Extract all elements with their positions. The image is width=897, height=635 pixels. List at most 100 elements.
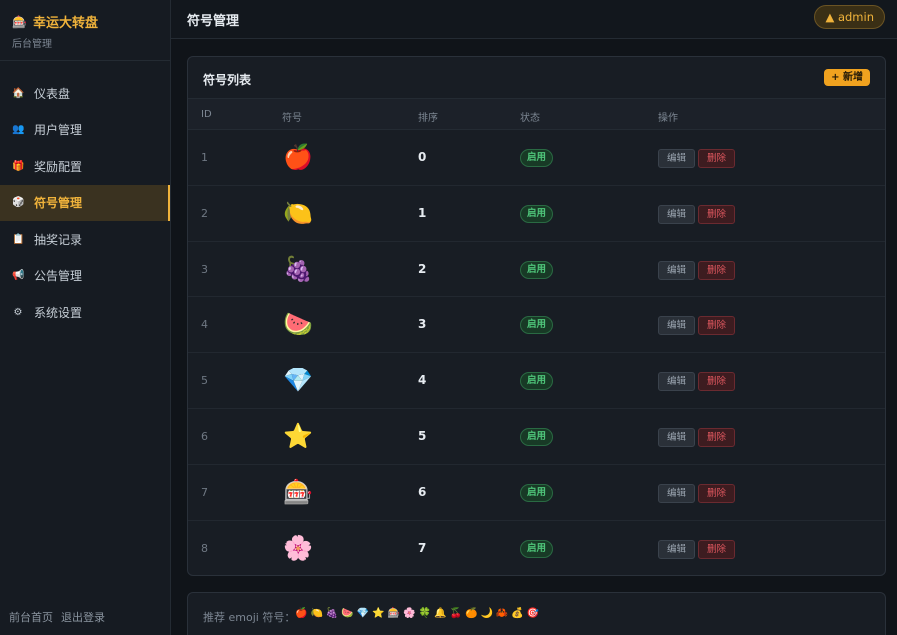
recommended-emoji[interactable]: 🍊 xyxy=(465,608,477,619)
table-row: 5 💎 4 启用 编辑 删除 xyxy=(188,353,885,409)
frontend-home-link[interactable]: 前台首页 xyxy=(9,609,53,625)
table-row: 6 ⭐ 5 启用 编辑 删除 xyxy=(188,409,885,465)
status-badge: 启用 xyxy=(520,483,554,502)
delete-button[interactable]: 删除 xyxy=(698,483,736,503)
edit-button[interactable]: 编辑 xyxy=(658,316,696,336)
column-header-id: ID xyxy=(201,109,212,120)
sidebar-item-label: 抽奖记录 xyxy=(34,232,83,247)
recommended-emoji[interactable]: 🍀 xyxy=(419,608,431,619)
slot-machine-icon: 🎰 xyxy=(12,14,27,29)
recommended-emoji-list: 🍎 🍋 🍇 🍉 💎 ⭐ 🎰 🌸 🍀 🔔 🍒 🍊 🌙 🦀 💰 🎯 xyxy=(295,608,539,619)
rewards-icon: 🎁 xyxy=(12,160,25,172)
recommended-emoji-box: 推荐 emoji 符号： 🍎 🍋 🍇 🍉 💎 ⭐ 🎰 🌸 🍀 🔔 🍒 🍊 🌙 🦀 💰 🎯 xyxy=(187,592,886,635)
row-id: 4 xyxy=(201,318,208,332)
brand-title[interactable]: 🎰 幸运大转盘 xyxy=(12,12,158,32)
column-header-actions: 操作 xyxy=(658,113,678,124)
table-row: 8 🌸 7 启用 编辑 删除 xyxy=(188,521,885,575)
sidebar-item-symbols[interactable]: 🎲 符号管理 xyxy=(0,184,170,221)
row-id: 2 xyxy=(201,206,208,220)
sidebar-item-label: 用户管理 xyxy=(34,123,83,138)
symbols-icon: 🎲 xyxy=(12,197,25,209)
topbar: 符号管理 ▲ admin xyxy=(171,0,897,39)
delete-button[interactable]: 删除 xyxy=(698,539,736,559)
sidebar-item-users[interactable]: 👥 用户管理 xyxy=(0,112,170,149)
row-order: 5 xyxy=(418,428,427,443)
edit-button[interactable]: 编辑 xyxy=(658,204,696,224)
brand-subtitle: 后台管理 xyxy=(12,39,52,50)
delete-button[interactable]: 删除 xyxy=(698,204,736,224)
sidebar-item-label: 奖励配置 xyxy=(34,159,83,174)
table-row: 3 🍇 2 启用 编辑 删除 xyxy=(188,242,885,298)
sidebar-item-rewards[interactable]: 🎁 奖励配置 xyxy=(0,148,170,185)
table-row: 1 🍎 0 启用 编辑 删除 xyxy=(188,130,885,186)
recommended-emoji[interactable]: ⭐ xyxy=(372,608,384,619)
announcements-icon: 📢 xyxy=(12,270,25,282)
delete-button[interactable]: 删除 xyxy=(698,427,736,447)
edit-button[interactable]: 编辑 xyxy=(658,427,696,447)
card-title: 符号列表 xyxy=(203,73,252,87)
row-actions: 编辑 删除 xyxy=(658,372,736,392)
sidebar-item-dashboard[interactable]: 🏠 仪表盘 xyxy=(0,75,170,112)
edit-button[interactable]: 编辑 xyxy=(658,372,696,392)
dashboard-icon: 🏠 xyxy=(12,87,25,99)
recommended-emoji[interactable]: 🍇 xyxy=(326,608,338,619)
records-icon: 📋 xyxy=(12,233,25,245)
row-actions: 编辑 删除 xyxy=(658,204,736,224)
table-header: ID 符号 排序 状态 操作 xyxy=(188,99,885,130)
recommended-emoji[interactable]: 🍉 xyxy=(341,608,353,619)
recommended-emoji[interactable]: 🍒 xyxy=(450,608,462,619)
row-symbol: 🍇 xyxy=(283,254,313,283)
recommended-emoji[interactable]: 🎰 xyxy=(388,608,400,619)
sidebar-item-settings[interactable]: ⚙ 系统设置 xyxy=(0,294,170,331)
brand: 🎰 幸运大转盘 后台管理 xyxy=(0,0,170,61)
settings-icon: ⚙ xyxy=(13,306,23,318)
edit-button[interactable]: 编辑 xyxy=(658,149,696,168)
row-symbol: ⭐ xyxy=(283,421,313,450)
row-id: 6 xyxy=(201,429,208,443)
recommended-label: 推荐 emoji 符号： xyxy=(203,611,296,624)
recommended-emoji[interactable]: 🔔 xyxy=(434,608,446,619)
delete-button[interactable]: 删除 xyxy=(698,260,736,280)
row-actions: 编辑 删除 xyxy=(658,539,736,559)
sidebar: 🎰 幸运大转盘 后台管理 🏠 仪表盘 👥 用户管理 🎁 奖励配置 🎲 符号管理 📋 抽奖记录 📢 公告… xyxy=(0,0,171,635)
row-order: 0 xyxy=(418,150,427,164)
recommended-emoji[interactable]: 🍎 xyxy=(295,608,307,619)
recommended-emoji[interactable]: 🎯 xyxy=(527,608,539,619)
recommended-emoji[interactable]: 🌸 xyxy=(403,608,415,619)
user-menu-badge[interactable]: ▲ admin xyxy=(814,5,885,29)
status-badge: 启用 xyxy=(520,539,554,558)
row-order: 2 xyxy=(418,261,427,276)
row-symbol: 🍉 xyxy=(283,310,313,339)
delete-button[interactable]: 删除 xyxy=(698,372,736,392)
recommended-emoji[interactable]: 💎 xyxy=(357,608,369,619)
edit-button[interactable]: 编辑 xyxy=(658,483,696,503)
logout-link[interactable]: 退出登录 xyxy=(61,609,105,625)
recommended-emoji[interactable]: 🍋 xyxy=(310,608,322,619)
users-icon: 👥 xyxy=(12,124,25,136)
recommended-emoji[interactable]: 🌙 xyxy=(480,608,492,619)
recommended-emoji[interactable]: 💰 xyxy=(511,608,523,619)
status-badge: 启用 xyxy=(520,427,554,446)
recommended-emoji[interactable]: 🦀 xyxy=(496,608,508,619)
page-title: 符号管理 xyxy=(187,14,240,29)
status-badge: 启用 xyxy=(520,372,554,391)
sidebar-item-announcements[interactable]: 📢 公告管理 xyxy=(0,258,170,295)
row-id: 3 xyxy=(201,262,208,276)
brand-name: 幸运大转盘 xyxy=(32,16,98,31)
row-id: 8 xyxy=(201,541,208,555)
table-row: 7 🎰 6 启用 编辑 删除 xyxy=(188,465,885,521)
table-row: 2 🍋 1 启用 编辑 删除 xyxy=(188,186,885,242)
row-id: 1 xyxy=(201,151,208,164)
sidebar-footer: 前台首页 退出登录 xyxy=(9,609,105,625)
delete-button[interactable]: 删除 xyxy=(698,316,736,336)
edit-button[interactable]: 编辑 xyxy=(658,260,696,280)
edit-button[interactable]: 编辑 xyxy=(658,539,696,559)
sidebar-item-records[interactable]: 📋 抽奖记录 xyxy=(0,221,170,258)
add-symbol-button[interactable]: + 新增 xyxy=(824,69,870,86)
row-symbol: 🌸 xyxy=(283,533,313,562)
symbol-list-card: 符号列表 + 新增 ID 符号 排序 状态 操作 1 🍎 0 启用 编辑 删除 2 🍋 1 启用编… xyxy=(187,56,886,576)
column-header-status: 状态 xyxy=(520,113,540,124)
delete-button[interactable]: 删除 xyxy=(698,149,736,168)
status-badge: 启用 xyxy=(520,260,554,279)
row-order: 1 xyxy=(418,205,427,220)
